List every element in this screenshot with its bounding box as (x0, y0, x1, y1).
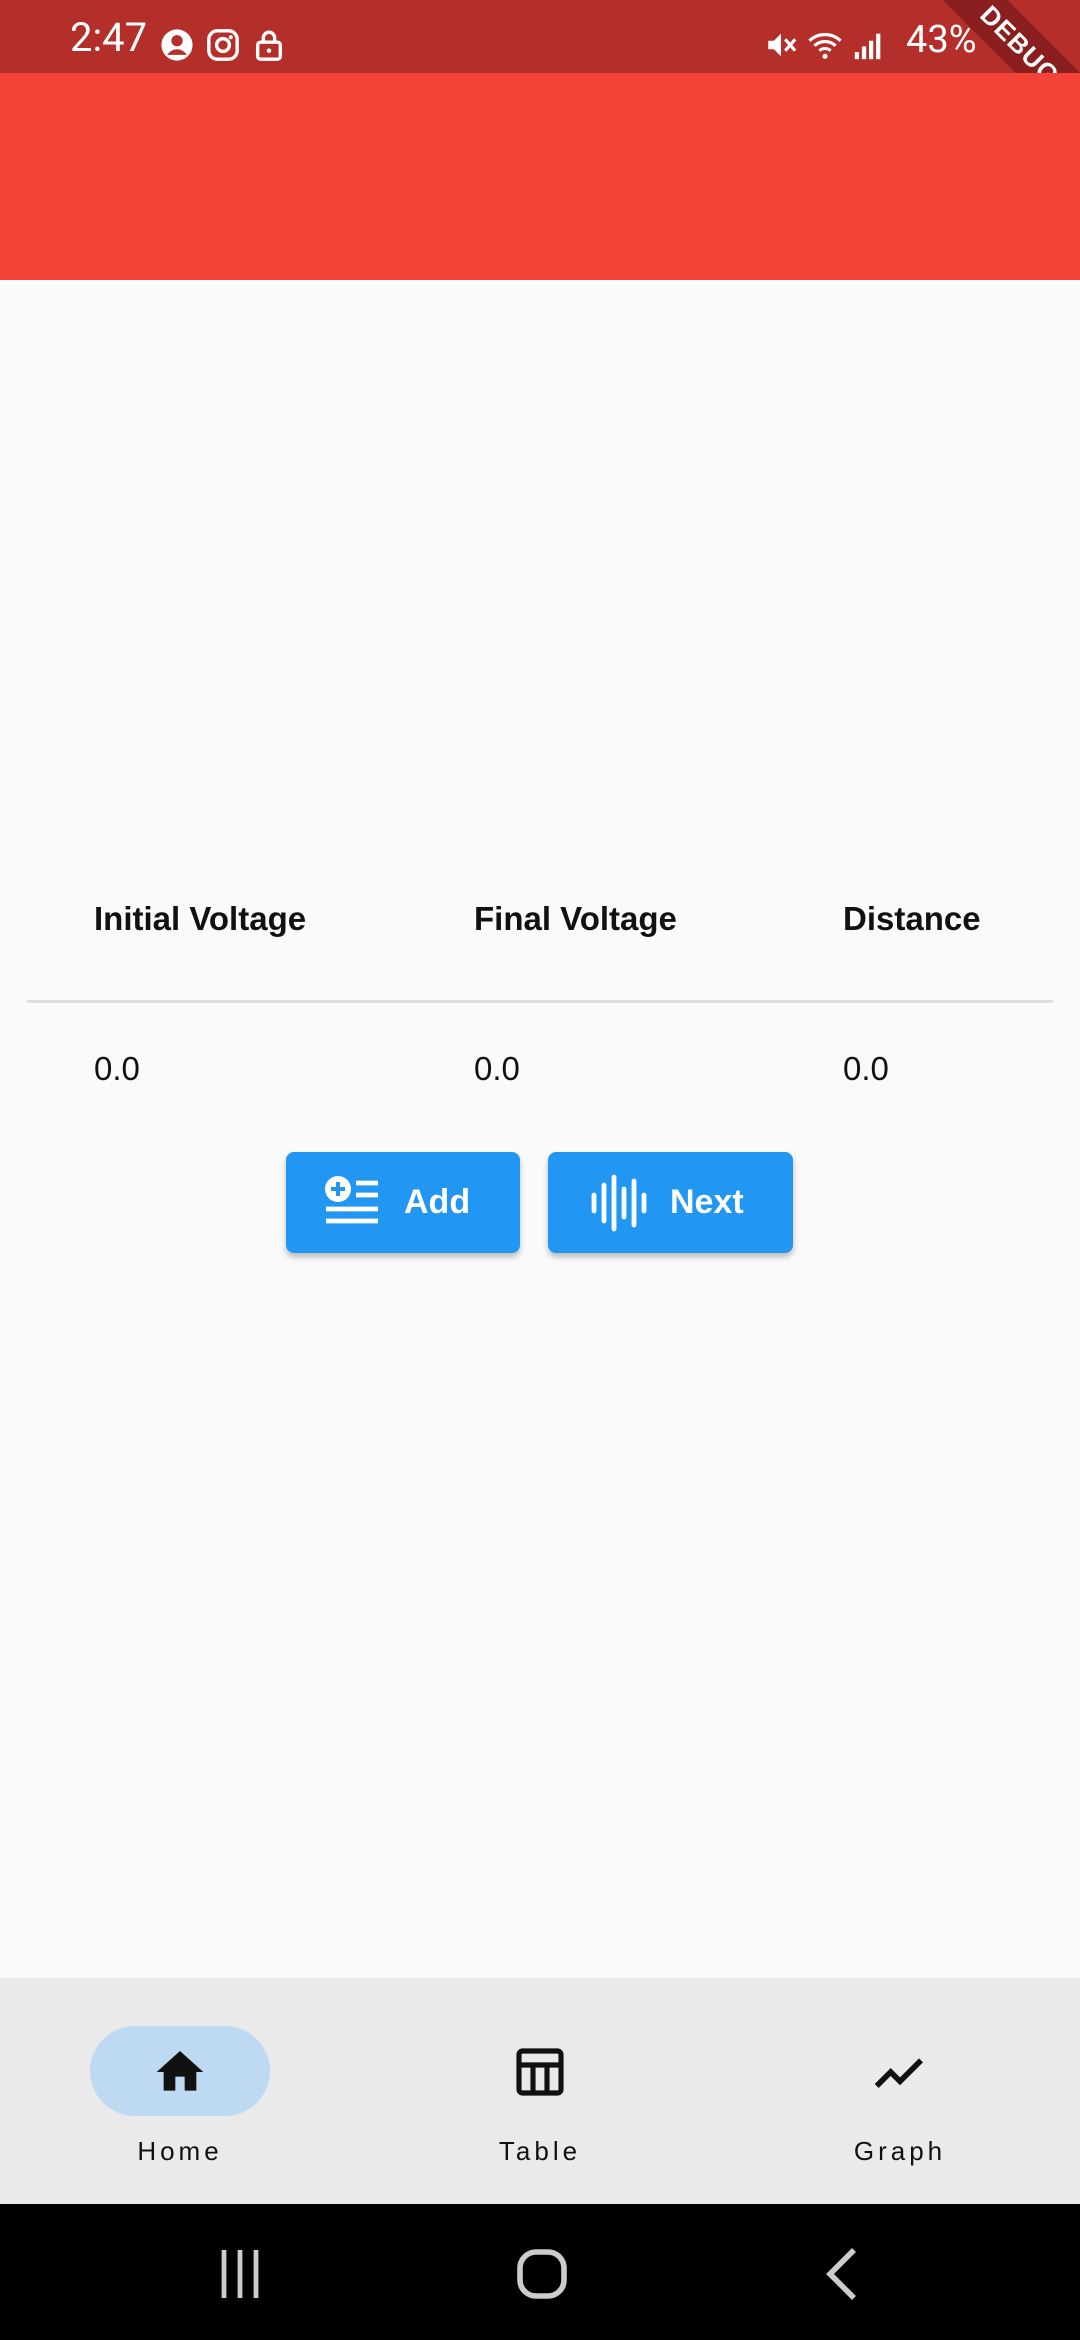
playlist-add-icon (325, 1175, 378, 1223)
column-header-final-voltage: Final Voltage (474, 900, 677, 937)
nav-label-graph: Graph (853, 2136, 947, 2166)
cell-initial-voltage: 0.0 (94, 1050, 140, 1087)
lock-icon (255, 30, 283, 61)
nav-label-table: Table (498, 2136, 582, 2166)
graph-icon (874, 2058, 923, 2088)
back-button[interactable] (804, 2234, 884, 2314)
system-navigation-bar (0, 2204, 1080, 2340)
status-bar: 2:47 43% (0, 0, 1080, 73)
battery-percent: 43% (906, 18, 977, 62)
column-header-initial-voltage: Initial Voltage (94, 900, 307, 937)
signal-icon (854, 33, 881, 60)
nav-label-home: Home (137, 2136, 223, 2166)
status-left-icons (160, 28, 286, 62)
mute-icon (768, 33, 797, 57)
cell-distance: 0.0 (843, 1050, 889, 1087)
next-button[interactable]: Next (548, 1152, 793, 1253)
add-button-label: Add (404, 1183, 471, 1221)
account-circle-icon (161, 29, 193, 61)
nav-item-home[interactable]: Home (0, 1978, 360, 2204)
recents-button[interactable] (200, 2234, 280, 2314)
cell-final-voltage: 0.0 (474, 1050, 520, 1087)
add-button[interactable]: Add (286, 1152, 520, 1253)
status-time: 2:47 (70, 14, 148, 61)
wifi-icon (808, 33, 842, 59)
status-right-icons (764, 28, 886, 62)
home-button[interactable] (502, 2234, 582, 2314)
app-bar (0, 73, 1080, 280)
next-button-label: Next (670, 1183, 744, 1221)
column-header-distance: Distance (843, 900, 981, 937)
table-icon (516, 2048, 564, 2096)
waveform-icon (591, 1174, 647, 1231)
home-icon (156, 2051, 204, 2091)
nav-item-graph[interactable]: Graph (720, 1978, 1080, 2204)
bottom-navigation: Home Table Graph (0, 1978, 1080, 2204)
table-divider (27, 1000, 1053, 1003)
instagram-icon (207, 29, 239, 61)
nav-item-table[interactable]: Table (360, 1978, 720, 2204)
